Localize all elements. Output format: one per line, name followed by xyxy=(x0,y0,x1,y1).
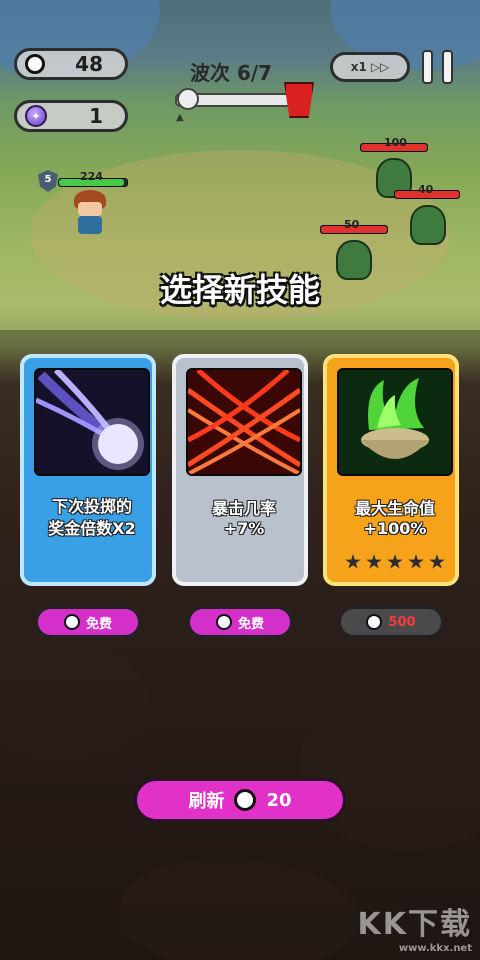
skill-card-1-name-line2: 奖金倍数X2 xyxy=(48,519,136,538)
current-position-icon: ▲ xyxy=(176,112,184,123)
coin-icon xyxy=(25,54,45,74)
hero-level-badge: 5 xyxy=(38,170,58,192)
skill-card-3[interactable]: 最大生命值 +100% xyxy=(323,354,459,586)
select-skill-1-cost: 免费 xyxy=(85,616,112,632)
star-icon xyxy=(408,554,424,569)
wave-progress-marker xyxy=(176,88,199,110)
watermark-brand: KK下载 xyxy=(357,907,472,942)
coin-icon xyxy=(63,614,80,630)
star-icon xyxy=(345,554,361,569)
wave-label: 波次 6/7 xyxy=(190,61,273,85)
enemy-hp-value: 50 xyxy=(344,218,360,231)
goal-cup-icon xyxy=(284,82,314,118)
skill-card-3-name-line1: 最大生命值 xyxy=(354,499,435,518)
skill-card-2-name-line2: +7% xyxy=(223,519,265,538)
skill-card-3-name-line2: +100% xyxy=(363,519,427,538)
skill-card-2[interactable]: 暴击几率 +7% xyxy=(172,354,308,586)
star-icon xyxy=(366,554,382,569)
choose-skill-title: 选择新技能 xyxy=(159,271,320,309)
refresh-label: 刷新 xyxy=(188,791,225,812)
select-skill-2-button[interactable]: 免费 xyxy=(187,606,293,638)
watermark: KK下载 www.kkx.net xyxy=(358,899,473,954)
select-skill-2-cost: 免费 xyxy=(237,616,264,632)
game-screen: 48 ✦ 1 波次 6/7 ▲ x1 ▷▷ 5 224 100 40 50 选择… xyxy=(0,0,480,960)
hero-hp-value: 224 xyxy=(80,170,103,183)
skill-card-2-name-line1: 暴击几率 xyxy=(211,499,276,518)
coin-counter: 48 xyxy=(14,48,128,80)
select-skill-1-button[interactable]: 免费 xyxy=(35,606,141,638)
select-skill-3-button[interactable]: 500 xyxy=(338,606,444,638)
goblin-enemy xyxy=(410,205,446,245)
watermark-url: www.kkx.net xyxy=(398,943,472,954)
star-icon xyxy=(429,554,445,569)
skill-card-1[interactable]: 下次投掷的 奖金倍数X2 xyxy=(20,354,156,586)
hero-character xyxy=(72,190,108,234)
speed-label: x1 xyxy=(350,60,367,74)
gem-count: 1 xyxy=(89,104,103,128)
refresh-button[interactable]: 刷新 20 xyxy=(134,778,346,822)
star-icon xyxy=(387,554,403,569)
skill-card-3-rating xyxy=(345,554,445,570)
gem-counter: ✦ 1 xyxy=(14,100,128,132)
skill-card-1-name-line1: 下次投掷的 xyxy=(51,497,132,516)
herb-bowl-skill-icon xyxy=(337,368,453,476)
select-skill-3-cost: 500 xyxy=(388,614,416,630)
pause-icon xyxy=(422,50,433,84)
claw-slash-skill-icon xyxy=(186,368,302,476)
pause-button[interactable] xyxy=(420,50,458,84)
enemy-hp-value: 40 xyxy=(418,183,434,196)
coin-icon xyxy=(215,614,232,630)
enemy-hp-value: 100 xyxy=(384,136,407,149)
fast-forward-icon: ▷▷ xyxy=(370,60,390,74)
coin-count: 48 xyxy=(75,52,103,76)
gem-icon: ✦ xyxy=(25,105,47,127)
speed-toggle-button[interactable]: x1 ▷▷ xyxy=(330,52,410,82)
coin-icon xyxy=(234,789,257,811)
refresh-cost: 20 xyxy=(266,789,292,811)
comet-skill-icon xyxy=(34,368,150,476)
coin-icon xyxy=(366,614,383,630)
